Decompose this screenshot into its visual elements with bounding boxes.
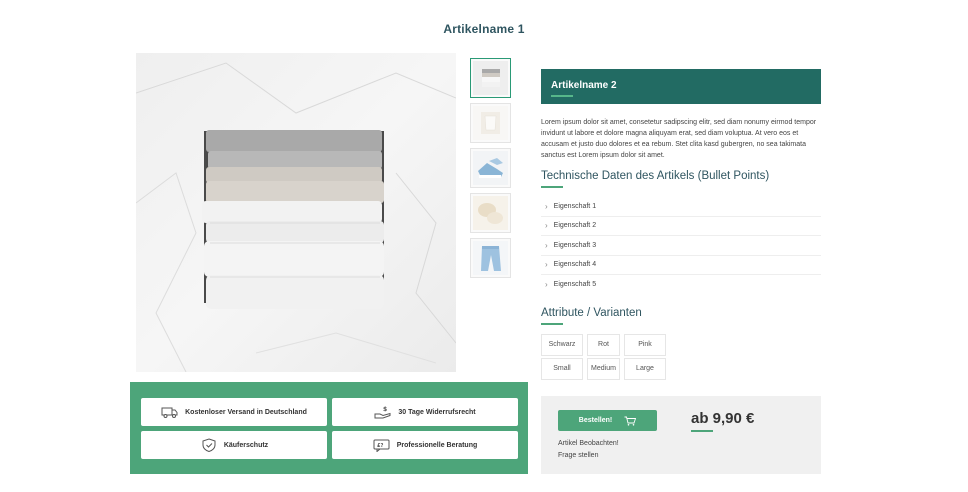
chevron-right-icon: › <box>545 221 548 231</box>
thumbnail-list <box>470 58 511 283</box>
property-item: › Eigenschaft 2 <box>541 217 821 236</box>
property-label: Eigenschaft 2 <box>553 222 597 230</box>
chat-icon: £? <box>373 439 390 452</box>
variant-red[interactable]: Rot <box>587 333 620 356</box>
sneakers-thumb-icon <box>473 151 508 185</box>
property-item: › Eigenschaft 5 <box>541 275 821 295</box>
chevron-right-icon: › <box>545 201 548 211</box>
page-title: Artikelname 1 <box>443 22 525 36</box>
feature-protection-label: Käuferschutz <box>223 441 269 449</box>
thumbnail-2[interactable] <box>470 103 511 143</box>
thumbnail-3[interactable] <box>470 148 511 188</box>
tech-data-title: Technische Daten des Artikels (Bullet Po… <box>541 170 770 182</box>
feature-protection[interactable]: Käuferschutz <box>141 431 327 459</box>
product-description: Lorem ipsum dolor sit amet, consetetur s… <box>541 119 817 159</box>
variant-small[interactable]: Small <box>541 357 583 380</box>
property-label: Eigenschaft 5 <box>553 281 597 289</box>
svg-text:$: $ <box>383 406 387 413</box>
product-name-underline <box>551 95 573 97</box>
cart-icon <box>624 416 637 426</box>
feature-shipping-label: Kostenloser Versand in Deutschland <box>185 408 307 416</box>
feature-returns-label: 30 Tage Widerrufsrecht <box>398 408 476 416</box>
shield-check-icon <box>202 438 216 452</box>
price: ab 9,90 € <box>691 410 755 427</box>
property-label: Eigenschaft 1 <box>553 202 597 210</box>
chevron-right-icon: › <box>545 240 548 250</box>
variant-pink[interactable]: Pink <box>624 333 666 356</box>
svg-text:£?: £? <box>377 443 383 449</box>
variant-black[interactable]: Schwarz <box>541 333 583 356</box>
property-item: › Eigenschaft 4 <box>541 256 821 275</box>
chevron-right-icon: › <box>545 260 548 270</box>
order-button-label: Bestellen! <box>578 417 613 424</box>
main-product-image[interactable] <box>136 53 456 372</box>
tech-data-underline <box>541 186 563 188</box>
chevron-right-icon: › <box>545 280 548 290</box>
property-item: › Eigenschaft 3 <box>541 236 821 256</box>
feature-bar: Kostenloser Versand in Deutschland $ 30 … <box>130 382 528 474</box>
variants-title: Attribute / Varianten <box>541 306 642 319</box>
thumbnail-5[interactable] <box>470 238 511 278</box>
variant-medium[interactable]: Medium <box>587 357 620 380</box>
buy-box: Bestellen! ab 9,90 € Artikel Beobachten!… <box>541 396 821 474</box>
ask-question-link[interactable]: Frage stellen <box>558 450 821 462</box>
thumbnail-4[interactable] <box>470 193 511 233</box>
feature-shipping[interactable]: Kostenloser Versand in Deutschland <box>141 398 327 426</box>
property-list: › Eigenschaft 1 › Eigenschaft 2 › Eigenscha… <box>541 197 821 295</box>
thumbnail-1[interactable] <box>470 58 511 98</box>
feature-returns[interactable]: $ 30 Tage Widerrufsrecht <box>332 398 518 426</box>
property-label: Eigenschaft 4 <box>553 261 597 269</box>
property-item: › Eigenschaft 1 <box>541 197 821 217</box>
truck-icon <box>161 407 178 418</box>
variants-underline <box>541 322 563 325</box>
product-name: Artikelname 2 <box>551 80 617 91</box>
product-name-header: Artikelname 2 <box>541 69 821 104</box>
jeans-thumb-icon <box>473 241 508 275</box>
feature-consulting-label: Professionelle Beratung <box>396 441 478 449</box>
watch-link[interactable]: Artikel Beobachten! <box>558 438 821 450</box>
product-info: Artikelname 2 Lorem ipsum dolor sit amet… <box>541 69 821 380</box>
order-button[interactable]: Bestellen! <box>558 410 657 431</box>
folded-clothes-thumb-icon <box>473 61 508 95</box>
money-hand-icon: $ <box>374 406 391 419</box>
property-label: Eigenschaft 3 <box>553 241 597 249</box>
variant-options: Schwarz Rot Pink Small Medium Large <box>541 333 821 380</box>
white-shirt-thumb-icon <box>473 106 508 140</box>
variant-large[interactable]: Large <box>624 357 666 380</box>
feature-consulting[interactable]: £? Professionelle Beratung <box>332 431 518 459</box>
price-underline <box>691 430 713 432</box>
cream-fabric-thumb-icon <box>473 196 508 230</box>
